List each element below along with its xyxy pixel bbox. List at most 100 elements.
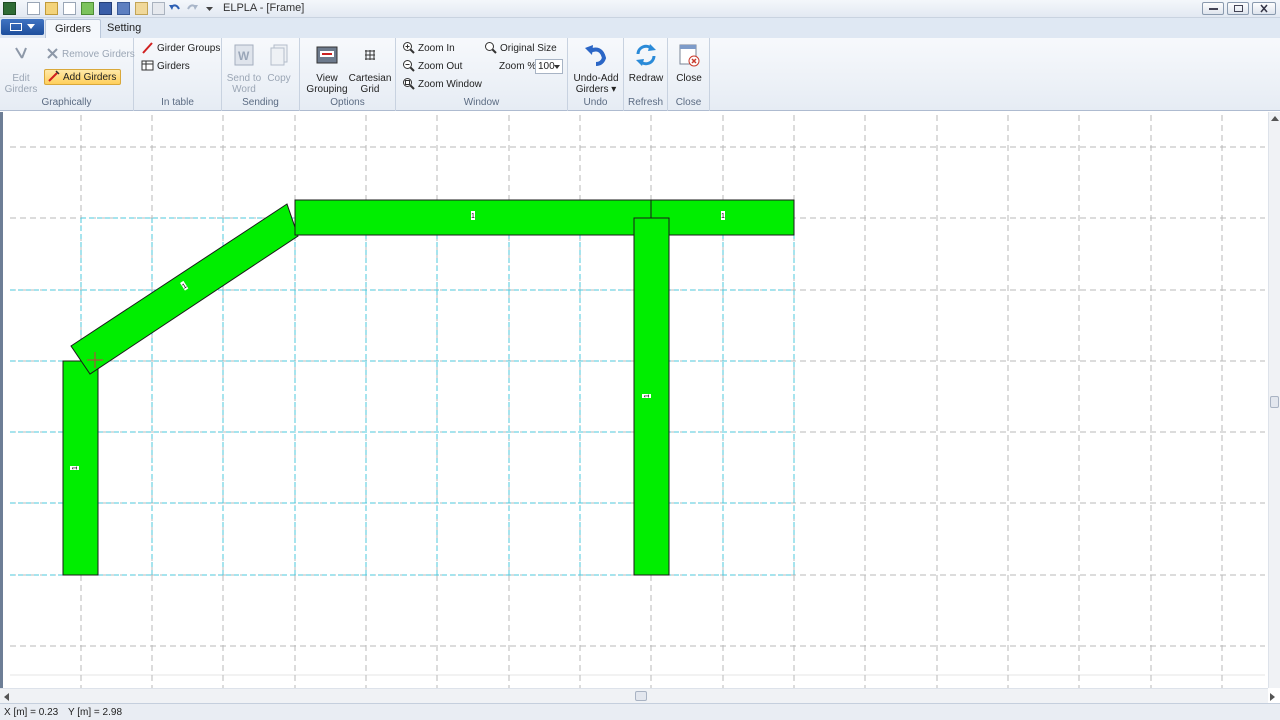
elpla-window: ELPLA - [Frame] Girders Setting Edit Gir… bbox=[0, 0, 1280, 720]
document-icon[interactable] bbox=[63, 2, 76, 15]
send-to-word-label-1: Send to bbox=[226, 73, 262, 84]
zoom-in-button[interactable]: Zoom In bbox=[402, 41, 455, 57]
zoom-in-label: Zoom In bbox=[418, 43, 455, 54]
horizontal-scroll-thumb[interactable] bbox=[635, 691, 647, 701]
drawing-canvas[interactable]: 1 1 1 1 1 bbox=[0, 112, 1268, 688]
save-icon[interactable] bbox=[99, 2, 112, 15]
ribbon-tabs: Girders Setting bbox=[0, 18, 1280, 38]
vertical-scrollbar[interactable] bbox=[1268, 112, 1280, 688]
file-menu-button[interactable] bbox=[1, 19, 44, 35]
right-column-number: 1 bbox=[644, 394, 651, 398]
scroll-right-icon[interactable] bbox=[1270, 693, 1276, 701]
save-all-icon[interactable] bbox=[117, 2, 130, 15]
original-size-label: Original Size bbox=[500, 43, 557, 54]
zoom-percent-select[interactable]: 100 bbox=[535, 59, 563, 74]
group-label-undo: Undo bbox=[583, 97, 608, 108]
print-icon[interactable] bbox=[152, 2, 165, 15]
redraw-label: Redraw bbox=[628, 73, 664, 84]
redraw-icon bbox=[636, 44, 656, 66]
horizontal-scrollbar[interactable] bbox=[0, 688, 1275, 703]
svg-text:W: W bbox=[238, 49, 250, 63]
zoom-window-icon bbox=[403, 78, 415, 90]
redo-icon[interactable] bbox=[186, 2, 199, 15]
original-size-icon bbox=[485, 42, 497, 54]
undo-arrow-icon bbox=[585, 45, 607, 66]
import-icon[interactable] bbox=[81, 2, 94, 15]
undo-add-label-2: Girders ▾ bbox=[575, 84, 617, 95]
zoom-out-label: Zoom Out bbox=[418, 61, 463, 72]
view-grouping-icon bbox=[316, 46, 338, 64]
menu-icon bbox=[10, 23, 22, 31]
grid-icon bbox=[365, 50, 375, 60]
view-grouping-button[interactable]: View Grouping bbox=[304, 40, 350, 95]
cartesian-grid-label-1: Cartesian bbox=[348, 73, 392, 84]
copy-icon bbox=[270, 44, 288, 66]
right-beam-number: 1 bbox=[721, 213, 725, 220]
zoom-percent-value: 100 bbox=[538, 61, 555, 72]
close-window-button[interactable] bbox=[1252, 2, 1276, 15]
copy-label: Copy bbox=[267, 73, 291, 84]
group-label-in-table: In table bbox=[161, 97, 194, 108]
add-girder-icon bbox=[48, 70, 60, 82]
remove-girders-button[interactable]: Remove Girders bbox=[46, 47, 135, 63]
group-label-close: Close bbox=[675, 97, 702, 108]
girder-left-column[interactable] bbox=[62, 360, 99, 576]
left-column-label: 1 bbox=[70, 466, 79, 470]
cartesian-grid-label-2: Grid bbox=[360, 84, 380, 95]
view-grouping-label-2: Grouping bbox=[306, 84, 348, 95]
original-size-button[interactable]: Original Size bbox=[484, 41, 557, 57]
group-options: View Grouping Cartesian Grid Options bbox=[300, 38, 396, 111]
folder-icon[interactable] bbox=[135, 2, 148, 15]
group-graphically: Edit Girders Remove Girders Add Girders … bbox=[0, 38, 135, 111]
group-window: Zoom In Zoom Out Zoom Window Original Si… bbox=[396, 38, 568, 111]
undo-icon[interactable] bbox=[168, 2, 181, 15]
chevron-down-icon bbox=[27, 24, 35, 29]
girder-right-column[interactable] bbox=[633, 217, 670, 576]
customize-dropdown-icon[interactable] bbox=[203, 2, 216, 15]
vertical-scroll-thumb[interactable] bbox=[1270, 396, 1279, 408]
add-girders-button[interactable]: Add Girders bbox=[44, 69, 122, 85]
edit-girders-label-2: Girders bbox=[4, 84, 38, 95]
new-file-icon[interactable] bbox=[27, 2, 40, 15]
status-bar: X [m] = 0.23 Y [m] = 2.98 bbox=[0, 703, 1280, 720]
tab-setting[interactable]: Setting bbox=[98, 19, 150, 38]
view-grouping-label-1: View bbox=[316, 73, 338, 84]
zoom-dropdown-icon bbox=[554, 65, 560, 69]
tab-girders[interactable]: Girders bbox=[45, 19, 102, 38]
right-column-label: 1 bbox=[642, 394, 651, 398]
close-button[interactable]: Close bbox=[670, 40, 708, 84]
top-beam-number: 1 bbox=[471, 213, 475, 220]
frame-drawing[interactable]: 1 1 1 1 1 bbox=[3, 112, 1268, 688]
girders-table-button[interactable]: Girders bbox=[141, 59, 190, 75]
zoom-out-button[interactable]: Zoom Out bbox=[402, 59, 462, 75]
zoom-in-icon bbox=[403, 42, 415, 54]
girder-groups-button[interactable]: Girder Groups bbox=[141, 41, 220, 57]
status-x-coordinate: X [m] = 0.23 bbox=[4, 707, 59, 718]
close-label: Close bbox=[676, 73, 702, 84]
group-undo: Undo-Add Girders ▾ Undo bbox=[568, 38, 624, 111]
open-folder-icon[interactable] bbox=[45, 2, 58, 15]
send-to-word-button[interactable]: W Send to Word bbox=[226, 40, 262, 95]
scroll-up-icon[interactable] bbox=[1271, 116, 1279, 122]
group-label-window: Window bbox=[463, 97, 500, 108]
app-icon[interactable] bbox=[3, 2, 16, 15]
right-beam-label: 1 bbox=[721, 211, 725, 220]
zoom-percent-label: Zoom % bbox=[499, 61, 537, 72]
top-beam-label: 1 bbox=[471, 211, 475, 220]
scroll-left-icon[interactable] bbox=[4, 693, 10, 701]
group-label-sending: Sending bbox=[242, 97, 279, 108]
cartesian-grid-button[interactable]: Cartesian Grid bbox=[348, 40, 392, 95]
copy-button[interactable]: Copy bbox=[264, 40, 294, 84]
girders-table-label: Girders bbox=[157, 61, 190, 72]
title-bar: ELPLA - [Frame] bbox=[0, 0, 1280, 18]
undo-add-girders-button[interactable]: Undo-Add Girders ▾ bbox=[571, 40, 621, 95]
minimize-button[interactable] bbox=[1202, 2, 1224, 15]
edit-girders-button[interactable]: Edit Girders bbox=[4, 40, 38, 95]
restore-button[interactable] bbox=[1227, 2, 1249, 15]
zoom-window-button[interactable]: Zoom Window bbox=[402, 77, 482, 93]
redraw-button[interactable]: Redraw bbox=[626, 40, 666, 84]
edit-girders-icon bbox=[15, 47, 27, 59]
send-to-word-label-2: Word bbox=[232, 84, 256, 95]
remove-girders-label: Remove Girders bbox=[62, 49, 135, 60]
girder-groups-icon bbox=[142, 42, 153, 54]
